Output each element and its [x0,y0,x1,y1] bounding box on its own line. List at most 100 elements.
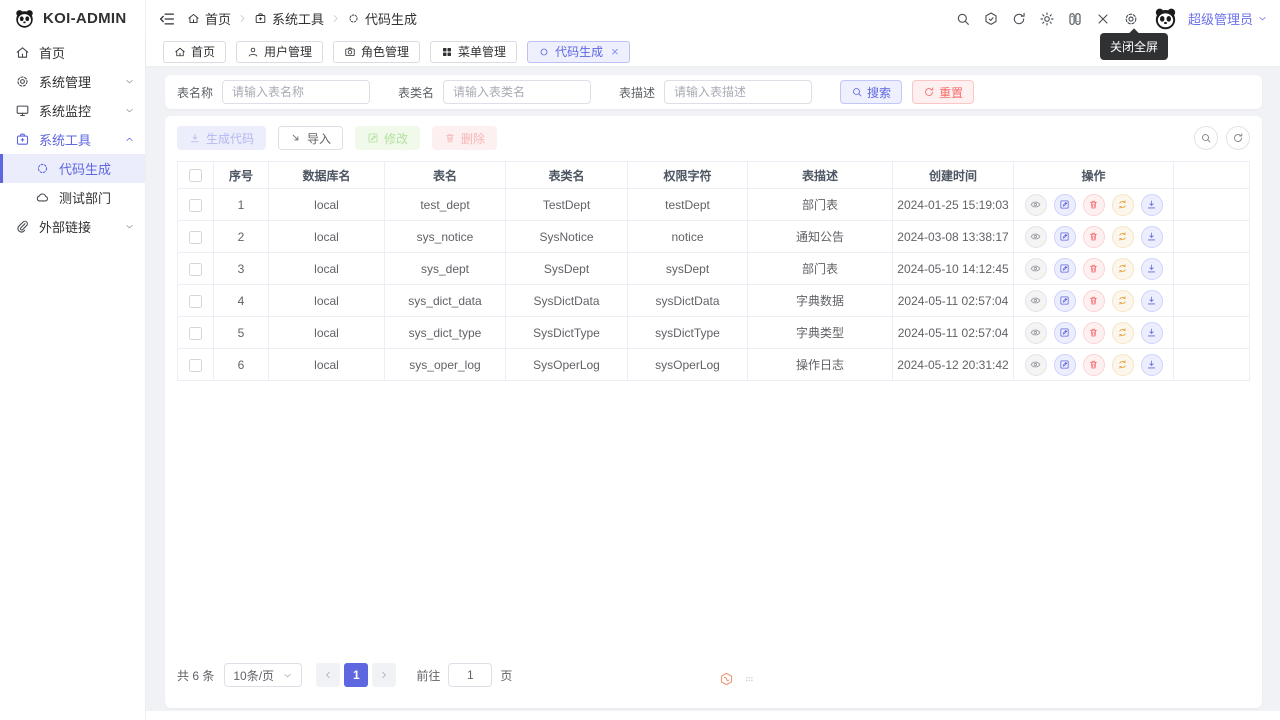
sidebar-item-system-monitor[interactable]: 系统监控 [0,96,145,125]
select-all-checkbox[interactable] [189,169,202,183]
reset-icon [923,86,935,98]
theme-toggle-button[interactable] [1034,5,1061,32]
tab-menu-management[interactable]: 菜单管理 [430,40,518,63]
search-card: 表名称 表类名 表描述 搜索 重置 [165,75,1262,109]
row-checkbox[interactable] [189,230,202,244]
collapse-sidebar-button[interactable] [158,10,176,28]
goto-page-input[interactable] [448,663,493,687]
sidebar-item-home[interactable]: 首页 [0,38,145,67]
sidebar-item-code-generation[interactable]: 代码生成 [0,154,145,183]
row-action-download-button[interactable] [1140,353,1163,376]
toggle-search-button[interactable] [1194,126,1218,150]
row-action-download-button[interactable] [1140,289,1163,312]
row-action-edit-button[interactable] [1053,257,1076,280]
table-desc-input[interactable] [664,80,813,104]
row-action-view-button[interactable] [1024,353,1047,376]
generate-code-button[interactable]: 生成代码 [177,126,267,150]
sidebar-item-system-management[interactable]: 系统管理 [0,67,145,96]
tab-code-generation[interactable]: 代码生成 × [527,40,630,63]
page-number-active[interactable]: 1 [344,663,369,687]
guide-button[interactable] [978,5,1005,32]
search-button[interactable] [950,5,977,32]
tab-home[interactable]: 首页 [163,40,227,63]
row-checkbox[interactable] [189,262,202,276]
breadcrumb-item-system-tools[interactable]: 系统工具 [254,9,324,28]
cell-no: 6 [213,348,269,381]
layout-switch-button[interactable] [1062,5,1089,32]
avatar[interactable] [1152,5,1179,32]
sidebar-item-label: 首页 [39,46,66,61]
refresh-table-button[interactable] [1226,126,1250,150]
row-action-edit-button[interactable] [1053,289,1076,312]
reset-button[interactable]: 重置 [912,80,975,104]
row-action-download-button[interactable] [1140,321,1163,344]
row-action-sync-button[interactable] [1111,321,1134,344]
table-row: 5 local sys_dict_type SysDictType sysDictTyp… [177,316,1250,349]
cell-no: 4 [213,284,269,317]
delete-button[interactable]: 删除 [432,126,498,150]
next-page-button[interactable] [372,663,397,687]
cell-db: local [268,188,385,221]
row-action-edit-button[interactable] [1053,321,1076,344]
row-checkbox[interactable] [189,198,202,212]
main-area: 首页 系统工具 代码生成 超级管理员 关闭全屏 首页 用户管理 角色管理 菜单管… [146,0,1280,720]
row-action-delete-button[interactable] [1082,225,1105,248]
table-name-input[interactable] [222,80,371,104]
row-action-delete-button[interactable] [1082,321,1105,344]
row-action-sync-button[interactable] [1111,225,1134,248]
page-size-select[interactable]: 10条/页 [224,663,303,687]
drag-handle-icon[interactable] [742,672,756,686]
chevron-down-icon [124,105,135,116]
row-action-download-button[interactable] [1140,225,1163,248]
devtools-icon[interactable] [718,671,735,687]
sidebar-item-test-department[interactable]: 测试部门 [0,183,145,212]
row-action-view-button[interactable] [1024,257,1047,280]
row-checkbox[interactable] [189,358,202,372]
row-checkbox[interactable] [189,326,202,340]
breadcrumb-item-code-generation[interactable]: 代码生成 [347,9,417,28]
row-action-sync-button[interactable] [1111,193,1134,216]
row-action-edit-button[interactable] [1053,225,1076,248]
row-action-view-button[interactable] [1024,289,1047,312]
import-button[interactable]: 导入 [278,126,344,150]
refresh-button[interactable] [1006,5,1033,32]
prev-page-button[interactable] [316,663,341,687]
row-action-edit-button[interactable] [1053,193,1076,216]
app-logo[interactable]: KOI-ADMIN [0,0,145,37]
row-action-sync-button[interactable] [1111,289,1134,312]
sidebar-item-label: 系统监控 [39,104,92,119]
sidebar-item-external-links[interactable]: 外部链接 [0,212,145,241]
row-action-delete-button[interactable] [1082,257,1105,280]
topbar-right: 超级管理员 [950,5,1268,32]
row-action-download-button[interactable] [1140,257,1163,280]
row-action-sync-button[interactable] [1111,353,1134,376]
row-action-view-button[interactable] [1024,193,1047,216]
row-action-delete-button[interactable] [1082,353,1105,376]
row-action-sync-button[interactable] [1111,257,1134,280]
sidebar-item-system-tools[interactable]: 系统工具 [0,125,145,154]
table-class-input[interactable] [443,80,592,104]
row-action-view-button[interactable] [1024,225,1047,248]
tab-user-management[interactable]: 用户管理 [236,40,324,63]
row-action-view-button[interactable] [1024,321,1047,344]
tab-role-management[interactable]: 角色管理 [333,40,421,63]
sidebar-menu: 首页 系统管理 系统监控 系统工具 代码生成 测试部门 外部链接 [0,37,145,241]
tab-close-icon[interactable]: × [611,45,619,58]
settings-button[interactable] [1118,5,1145,32]
breadcrumb-separator-icon [237,13,248,24]
exit-fullscreen-button[interactable] [1090,5,1117,32]
breadcrumb-item-home[interactable]: 首页 [187,9,231,28]
table-head: 序号 数据库名 表名 表类名 权限字符 表描述 创建时间 操作 [177,161,1250,189]
pagination: 共 6 条 10条/页 1 前往 页 [177,663,1250,687]
row-action-delete-button[interactable] [1082,289,1105,312]
row-action-edit-button[interactable] [1053,353,1076,376]
search-button[interactable]: 搜索 [840,80,903,104]
tab-label: 首页 [191,45,216,59]
home-icon [174,46,186,58]
edit-button[interactable]: 修改 [355,126,421,150]
row-action-download-button[interactable] [1140,193,1163,216]
user-menu[interactable]: 超级管理员 [1188,9,1268,28]
row-action-delete-button[interactable] [1082,193,1105,216]
column-header-empty [1173,161,1250,189]
row-checkbox[interactable] [189,294,202,308]
